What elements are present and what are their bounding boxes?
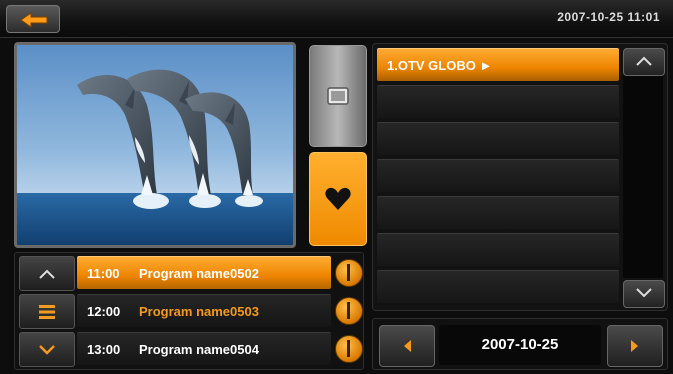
previous-day-button[interactable] — [379, 325, 435, 367]
back-arrow-icon — [20, 12, 48, 28]
channel-row[interactable] — [377, 196, 619, 229]
tv-list-button[interactable] — [309, 45, 367, 147]
channel-label: 1.OTV GLOBO ► — [387, 58, 493, 73]
chevron-up-icon — [636, 56, 652, 66]
next-day-button[interactable] — [607, 325, 663, 367]
channel-row[interactable] — [377, 159, 619, 192]
program-list: 11:00 Program name0502 12:00 Program nam… — [14, 252, 364, 370]
program-name: Program name0504 — [139, 342, 259, 357]
program-time: 12:00 — [87, 304, 121, 319]
channel-list: 1.OTV GLOBO ► — [372, 43, 668, 311]
scroll-track[interactable] — [623, 76, 663, 278]
program-menu-button[interactable] — [19, 294, 75, 329]
record-icon[interactable] — [335, 259, 363, 287]
chevron-up-icon — [39, 269, 55, 279]
video-preview[interactable] — [14, 42, 296, 248]
program-name: Program name0503 — [139, 304, 259, 319]
program-up-button[interactable] — [19, 256, 75, 291]
dolphins-image — [17, 45, 293, 245]
scroll-up-button[interactable] — [623, 48, 665, 76]
chevron-down-icon — [39, 344, 55, 355]
program-name: Program name0502 — [139, 266, 259, 281]
chevron-down-icon — [636, 288, 652, 298]
tv-icon — [327, 87, 349, 105]
back-button[interactable] — [6, 5, 60, 33]
program-row[interactable]: 12:00 Program name0503 — [77, 294, 331, 327]
list-icon — [39, 304, 55, 319]
channel-scrollbar[interactable] — [621, 46, 665, 308]
program-down-button[interactable] — [19, 332, 75, 367]
channel-row[interactable] — [377, 85, 619, 118]
record-icon[interactable] — [335, 335, 363, 363]
heart-icon — [325, 187, 351, 210]
favorites-button[interactable] — [309, 152, 367, 246]
program-row[interactable]: 13:00 Program name0504 — [77, 332, 331, 365]
scroll-down-button[interactable] — [623, 280, 665, 308]
program-time: 11:00 — [87, 266, 120, 281]
chevron-right-icon — [631, 340, 638, 352]
program-row[interactable]: 11:00 Program name0502 — [77, 256, 331, 289]
date-navigator: 2007-10-25 — [372, 318, 668, 370]
channel-row[interactable] — [377, 122, 619, 155]
program-time: 13:00 — [87, 342, 121, 357]
record-icon[interactable] — [335, 297, 363, 325]
chevron-left-icon — [404, 340, 411, 352]
channel-row[interactable] — [377, 270, 619, 303]
datetime-display: 2007-10-25 11:01 — [557, 10, 660, 24]
channel-row[interactable] — [377, 233, 619, 266]
channel-row[interactable]: 1.OTV GLOBO ► — [377, 48, 619, 81]
date-display: 2007-10-25 — [439, 325, 601, 365]
